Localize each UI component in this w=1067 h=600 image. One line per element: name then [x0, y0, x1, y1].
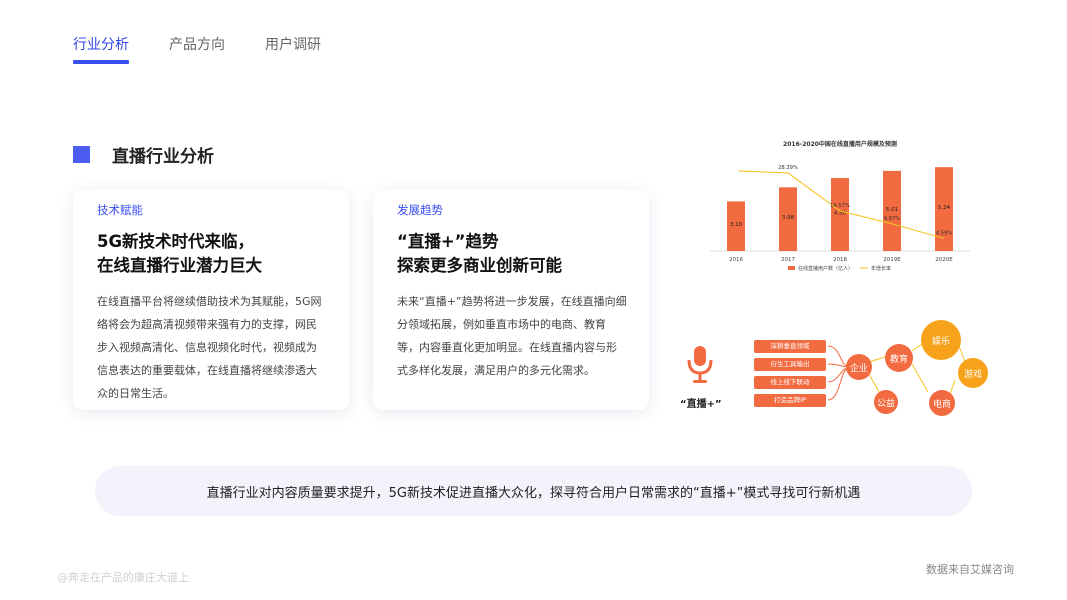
chart-line-label: 28.39%: [778, 165, 798, 171]
card-tech-empowerment: 技术赋能 5G新技术时代来临， 在线直播行业潜力巨大 在线直播平台将继续借助技术…: [73, 190, 349, 410]
legend-bar-swatch: [788, 266, 795, 270]
chart-bar-label: 5.24: [938, 205, 951, 211]
bubble-ecommerce: 电商: [929, 390, 955, 416]
chart-bar-label: 3.98: [782, 215, 795, 221]
bubble-entertainment: 娱乐: [921, 320, 961, 360]
live-plus-diagram: “直播+” 深耕垂直领域 衍生工具输出 线上线下联动 打造品牌IP 企业 教育 …: [675, 318, 1005, 428]
bubble-public-welfare: 公益: [874, 390, 898, 414]
watermark-text: @奔走在产品的康庄大道上: [57, 571, 189, 584]
card-headline: “直播+”趋势 探索更多商业创新可能: [397, 230, 627, 278]
bubble-games: 游戏: [958, 358, 988, 388]
chart-tick-label: 2019E: [883, 257, 901, 263]
section-marker-icon: [73, 146, 90, 163]
legend-line-label: 年增长率: [871, 265, 891, 272]
section-header: 直播行业分析: [73, 142, 214, 167]
card-headline-line2: 探索更多商业创新可能: [397, 256, 562, 275]
chart-line-label: 14.57%: [830, 203, 850, 209]
chart-bar-label: 3.10: [730, 222, 743, 228]
legend-bar-label: 在线直播用户数（亿人）: [798, 265, 853, 272]
card-development-trend: 发展趋势 “直播+”趋势 探索更多商业创新可能 未来“直播+”趋势将进一步发展，…: [373, 190, 649, 410]
summary-banner: 直播行业对内容质量要求提升，5G新技术促进直播大众化，探寻符合用户日常需求的“直…: [95, 466, 972, 516]
bubble-education: 教育: [885, 344, 913, 372]
flow-item-brand-ip: 打造品牌IP: [754, 394, 826, 407]
chart-line-label: 4.59%: [936, 230, 953, 236]
chart-tick-label: 2018: [833, 257, 847, 263]
chart-tick-label: 2020E: [935, 257, 953, 263]
data-source-note: 数据来自艾媒咨询: [926, 563, 1014, 576]
flow-item-online-offline: 线上线下联动: [754, 376, 826, 389]
section-title: 直播行业分析: [112, 147, 214, 167]
card-body: 在线直播平台将继续借助技术为其赋能，5G网络将会为超高清视频带来强有力的支撑，网…: [97, 295, 322, 400]
tab-industry-analysis[interactable]: 行业分析: [73, 34, 129, 64]
tab-product-direction[interactable]: 产品方向: [169, 34, 225, 64]
card-headline-line1: 5G新技术时代来临，: [97, 232, 255, 251]
chart-tick-label: 2017: [781, 257, 795, 263]
chart-tick-label: 2016: [729, 257, 743, 263]
flow-item-tools: 衍生工具输出: [754, 358, 826, 371]
flow-item-vertical: 深耕垂直领域: [754, 340, 826, 353]
chart-line-label: 9.87%: [884, 216, 901, 222]
card-headline-line1: “直播+”趋势: [397, 232, 499, 251]
card-body: 未来“直播+”趋势将进一步发展，在线直播向细分领域拓展，例如垂直市场中的电商、教…: [397, 295, 627, 377]
chart-svg: 3.1020163.9820174.5620185.012019E5.24202…: [710, 165, 970, 272]
chart-bar-label: 5.01: [886, 207, 898, 213]
card-headline-line2: 在线直播行业潜力巨大: [97, 256, 262, 275]
user-scale-chart: 2016-2020中国在线直播用户规模及预测 3.10 2016 3.98 2017 4…: [700, 133, 980, 283]
card-headline: 5G新技术时代来临， 在线直播行业潜力巨大: [97, 230, 327, 278]
tab-user-research[interactable]: 用户调研: [265, 34, 321, 64]
card-tag: 技术赋能: [97, 203, 143, 217]
card-tag: 发展趋势: [397, 203, 443, 217]
bubble-enterprise: 企业: [846, 354, 872, 380]
tab-bar: 行业分析 产品方向 用户调研: [73, 34, 321, 64]
